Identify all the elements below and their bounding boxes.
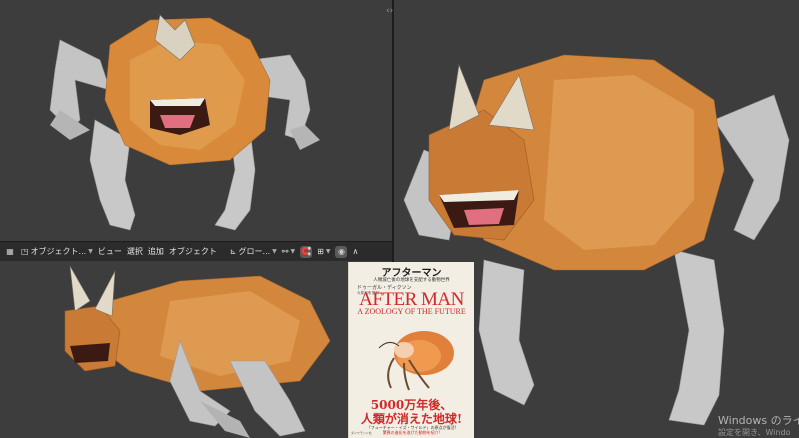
snap-toggle-icon[interactable]: 🧲 [300,245,313,258]
proportional-edit-icon[interactable]: ◉ [335,245,348,258]
windows-activation-watermark: Windows のライ [718,414,799,427]
menu-add[interactable]: 追加 [148,246,164,257]
creature-side-model-2 [64,265,331,438]
chevron-down-icon: ▼ [325,248,331,255]
snap-settings-dropdown[interactable]: ⊞ ▼ [317,247,330,256]
object-mode-icon: ◳ [21,247,29,256]
book-cover: アフターマン 人類滅亡後の地球を支配する動物世界 ドゥーガル・ディクソン 今泉吉… [348,262,474,438]
proportional-falloff-dropdown[interactable]: ∧ [352,247,358,256]
chevron-down-icon: ▼ [272,248,277,255]
viewport-bottom-left[interactable] [0,261,392,438]
viewport-header: ▦ ◳ オブジェクト... ▼ ビュー 選択 追加 オブジェクト ⊾ グロー..… [0,242,392,261]
windows-activation-subtext: 設定を開き、Windo [718,428,791,437]
creature-front-model [49,14,320,231]
viewport-top-left[interactable] [0,0,392,241]
mode-dropdown[interactable]: ◳ オブジェクト... ▼ [21,246,93,257]
pivot-icon: ⚯ [281,247,289,256]
pivot-point-dropdown[interactable]: ⚯ ▼ [282,247,295,256]
orientation-icon: ⊾ [229,247,237,256]
area-resize-handle-icon[interactable]: ‹› [386,6,393,16]
book-cover-illustration [378,331,454,391]
menu-select[interactable]: 選択 [127,246,143,257]
menu-view[interactable]: ビュー [98,246,122,257]
chevron-down-icon: ▼ [88,248,93,255]
editor-type-icon[interactable]: ▦ [4,246,16,258]
menu-object[interactable]: オブジェクト [169,246,217,257]
book-subtitle-en: A ZOOLOGY OF THE FUTURE [357,307,466,316]
book-publisher: ダイヤモンド社 [351,431,372,435]
transform-orientation-dropdown[interactable]: ⊾ グロー... ▼ [230,246,277,257]
chevron-down-icon: ▼ [290,248,296,255]
book-subtitle-jp: 人類滅亡後の地球を支配する動物世界 [373,278,450,283]
snap-target-icon: ⊞ [317,247,324,256]
falloff-icon: ∧ [352,247,359,256]
